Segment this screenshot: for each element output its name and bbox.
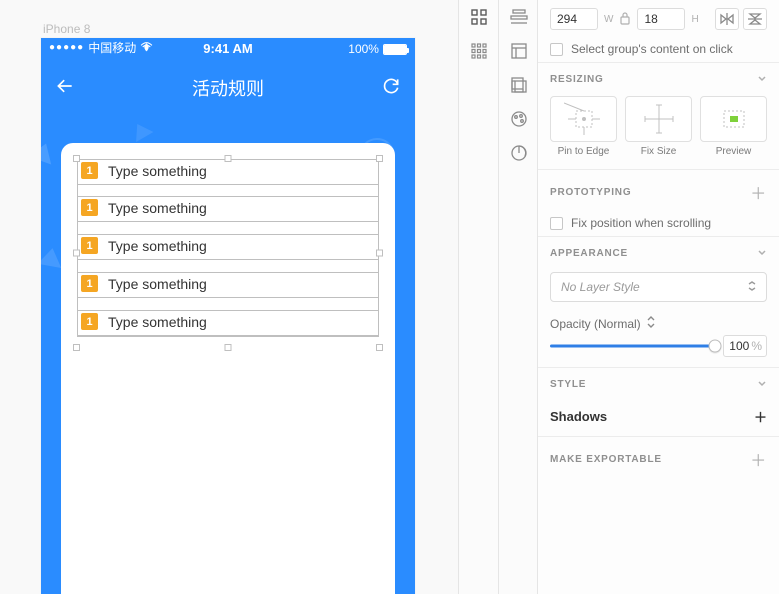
row-text: Type something — [108, 276, 207, 292]
list-item[interactable]: 1 Type something — [81, 237, 207, 254]
resize-handle[interactable] — [376, 344, 383, 351]
signal-dots-icon: ●●●●● — [49, 42, 84, 53]
tab-prototype-icon[interactable] — [499, 136, 539, 170]
status-time: 9:41 AM — [168, 41, 287, 56]
wifi-icon — [140, 41, 153, 55]
battery-icon — [383, 44, 407, 55]
list-item[interactable]: 1 Type something — [81, 199, 207, 216]
number-badge: 1 — [81, 237, 98, 254]
select-group-content-checkbox[interactable] — [550, 43, 563, 56]
flip-horizontal-button[interactable] — [715, 8, 739, 30]
battery-pct: 100% — [348, 42, 379, 56]
resize-handle[interactable] — [376, 250, 383, 257]
opacity-input[interactable]: 100% — [723, 335, 767, 357]
fix-label: Fix Size — [625, 146, 692, 157]
exportable-header: MAKE EXPORTABLE — [550, 454, 662, 465]
artboard-label[interactable]: iPhone 8 — [43, 22, 90, 36]
opacity-stepper-icon[interactable] — [647, 316, 655, 331]
resize-handle[interactable] — [73, 344, 80, 351]
inspector-tabs-strip — [498, 0, 538, 594]
height-input[interactable]: 18 — [637, 8, 685, 30]
carrier-label: 中国移动 — [88, 39, 136, 56]
number-badge: 1 — [81, 199, 98, 216]
list-item[interactable]: 1 Type something — [81, 313, 207, 330]
list-item[interactable]: 1 Type something — [81, 162, 207, 179]
add-prototyping-button[interactable]: ＋ — [750, 180, 767, 204]
row-text: Type something — [108, 238, 207, 254]
prototyping-header: PROTOTYPING — [550, 187, 631, 198]
add-shadow-button[interactable]: ＋ — [754, 407, 767, 426]
collapse-icon[interactable] — [757, 378, 767, 391]
collapse-icon[interactable] — [757, 247, 767, 260]
appearance-header: APPEARANCE — [550, 248, 628, 259]
artboard-iphone8[interactable]: ●●●●● 中国移动 9:41 AM 100% 活动规则 — [41, 38, 415, 594]
bg-decoration — [41, 139, 57, 164]
flip-vertical-button[interactable] — [743, 8, 767, 30]
row-text: Type something — [108, 200, 207, 216]
opacity-slider[interactable] — [550, 339, 715, 353]
shadows-label: Shadows — [550, 409, 607, 424]
tab-align-icon[interactable] — [499, 0, 539, 34]
tab-layer-icon[interactable] — [499, 68, 539, 102]
slider-thumb[interactable] — [709, 340, 722, 353]
fix-position-label: Fix position when scrolling — [571, 216, 711, 230]
pin-to-edge-control[interactable] — [550, 96, 617, 142]
style-header: STYLE — [550, 379, 586, 390]
height-unit: H — [691, 14, 698, 25]
select-group-content-label: Select group's content on click — [571, 42, 733, 56]
inspector-panel: 294 W 18 H Select group's content on cli… — [538, 0, 779, 594]
pin-label: Pin to Edge — [550, 146, 617, 157]
view-grid-large-icon[interactable] — [459, 0, 499, 34]
resize-handle[interactable] — [73, 155, 80, 162]
bg-decoration — [129, 119, 154, 142]
width-input[interactable]: 294 — [550, 8, 598, 30]
preview-control[interactable] — [700, 96, 767, 142]
chevron-down-icon — [748, 280, 756, 294]
resize-handle[interactable] — [73, 250, 80, 257]
layer-style-value: No Layer Style — [561, 280, 640, 294]
resizing-header: RESIZING — [550, 74, 604, 85]
resize-handle[interactable] — [376, 155, 383, 162]
collapse-icon[interactable] — [757, 73, 767, 86]
resize-handle[interactable] — [225, 155, 232, 162]
tab-layout-icon[interactable] — [499, 34, 539, 68]
number-badge: 1 — [81, 275, 98, 292]
tab-style-icon[interactable] — [499, 102, 539, 136]
nav-bar: 活动规则 — [41, 66, 415, 110]
nav-title: 活动规则 — [41, 75, 415, 101]
resize-handle[interactable] — [225, 344, 232, 351]
preview-label: Preview — [700, 146, 767, 157]
number-badge: 1 — [81, 162, 98, 179]
view-grid-small-icon[interactable] — [459, 34, 499, 68]
row-text: Type something — [108, 163, 207, 179]
fix-position-checkbox[interactable] — [550, 217, 563, 230]
lock-icon[interactable] — [619, 11, 631, 28]
opacity-label: Opacity (Normal) — [550, 317, 641, 331]
row-text: Type something — [108, 314, 207, 330]
selection-group[interactable]: 1 Type something 1 Type something 1 Type… — [77, 159, 379, 347]
fix-size-control[interactable] — [625, 96, 692, 142]
number-badge: 1 — [81, 313, 98, 330]
status-bar: ●●●●● 中国移动 9:41 AM 100% — [41, 38, 415, 58]
view-mode-strip — [458, 0, 498, 594]
layer-style-dropdown[interactable]: No Layer Style — [550, 272, 767, 302]
add-export-button[interactable]: ＋ — [750, 447, 767, 471]
canvas-area[interactable]: iPhone 8 ●●●●● 中国移动 9:41 AM 100% 活 — [0, 0, 458, 594]
list-item[interactable]: 1 Type something — [81, 275, 207, 292]
width-unit: W — [604, 14, 613, 25]
